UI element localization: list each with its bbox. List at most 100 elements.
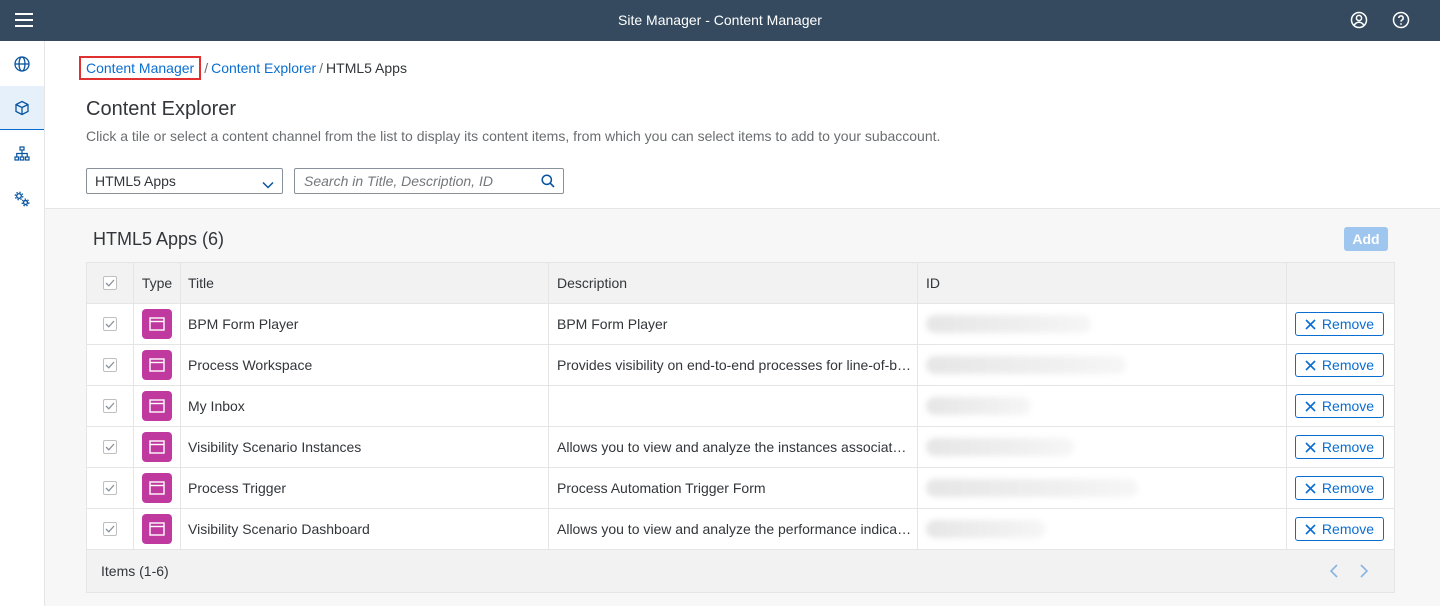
remove-button[interactable]: Remove	[1295, 476, 1384, 500]
title-cell: Visibility Scenario Dashboard	[181, 509, 549, 549]
row-select-cell	[87, 345, 134, 385]
side-navigation	[0, 41, 45, 606]
description-cell: BPM Form Player	[549, 304, 918, 344]
apps-table: Type Title Description ID BPM Form Playe…	[86, 262, 1395, 593]
add-button[interactable]: Add	[1344, 227, 1388, 251]
html5-app-icon	[142, 432, 172, 462]
column-header-description[interactable]: Description	[549, 263, 918, 303]
id-cell	[918, 427, 1287, 467]
channel-select-value: HTML5 Apps	[95, 173, 176, 189]
items-count: Items (1-6)	[101, 563, 169, 579]
table-row: Process Trigger Process Automation Trigg…	[87, 468, 1394, 509]
remove-button[interactable]: Remove	[1295, 312, 1384, 336]
remove-button[interactable]: Remove	[1295, 353, 1384, 377]
help-icon[interactable]	[1388, 8, 1414, 32]
close-icon	[1305, 359, 1316, 371]
remove-label: Remove	[1321, 316, 1375, 332]
user-icon[interactable]	[1346, 8, 1372, 32]
description-cell: Allows you to view and analyze the perfo…	[549, 509, 918, 549]
blurred-id	[926, 520, 1046, 538]
close-icon	[1305, 441, 1316, 453]
action-cell: Remove	[1287, 509, 1396, 549]
action-cell: Remove	[1287, 304, 1396, 344]
row-checkbox[interactable]	[103, 481, 117, 495]
type-cell	[134, 304, 181, 344]
remove-label: Remove	[1321, 521, 1375, 537]
page-title: Content Explorer	[86, 98, 237, 120]
column-header-actions	[1287, 263, 1396, 303]
close-icon	[1305, 482, 1316, 494]
chevron-down-icon	[262, 176, 274, 192]
description-text: Process Automation Trigger Form	[557, 480, 766, 496]
content-panel: HTML5 Apps (6) Add Type Title Descriptio…	[45, 209, 1440, 606]
table-row: Visibility Scenario Dashboard Allows you…	[87, 509, 1394, 550]
type-cell	[134, 386, 181, 426]
table-footer: Items (1-6)	[87, 550, 1394, 592]
chevron-right-icon[interactable]	[1355, 562, 1373, 580]
search-input[interactable]	[295, 169, 535, 193]
close-icon	[1305, 318, 1316, 330]
type-cell	[134, 345, 181, 385]
highlight-box: Content Manager	[79, 56, 202, 80]
column-header-type[interactable]: Type	[134, 263, 181, 303]
search-icon[interactable]	[541, 174, 555, 191]
breadcrumb-content-explorer[interactable]: Content Explorer	[211, 60, 316, 76]
row-select-cell	[87, 386, 134, 426]
content-box-icon[interactable]	[0, 86, 44, 130]
select-all-checkbox[interactable]	[103, 276, 117, 290]
search-field	[294, 168, 564, 194]
id-cell	[918, 509, 1287, 549]
type-cell	[134, 468, 181, 508]
remove-button[interactable]: Remove	[1295, 394, 1384, 418]
checkmark-icon	[105, 279, 115, 287]
row-checkbox[interactable]	[103, 399, 117, 413]
table-row: BPM Form Player BPM Form Player Remove	[87, 304, 1394, 345]
table-row: Process Workspace Provides visibility on…	[87, 345, 1394, 386]
table-title: HTML5 Apps (6)	[93, 229, 225, 249]
blurred-id	[926, 397, 1031, 415]
row-select-cell	[87, 427, 134, 467]
description-text: Provides visibility on end-to-end proces…	[557, 357, 912, 373]
settings-gears-icon[interactable]	[0, 177, 44, 221]
row-checkbox[interactable]	[103, 440, 117, 454]
breadcrumb-separator: /	[319, 60, 324, 76]
id-cell	[918, 304, 1287, 344]
id-cell	[918, 386, 1287, 426]
table-header-row: Type Title Description ID	[87, 263, 1394, 304]
title-cell: My Inbox	[181, 386, 549, 426]
checkmark-icon	[105, 525, 115, 533]
column-header-id[interactable]: ID	[918, 263, 1287, 303]
checkmark-icon	[105, 443, 115, 451]
close-icon	[1305, 523, 1316, 535]
checkmark-icon	[105, 484, 115, 492]
breadcrumb-content-manager[interactable]: Content Manager	[86, 60, 194, 76]
blurred-id	[926, 315, 1091, 333]
remove-button[interactable]: Remove	[1295, 517, 1384, 541]
row-checkbox[interactable]	[103, 317, 117, 331]
blurred-id	[926, 356, 1126, 374]
row-checkbox[interactable]	[103, 522, 117, 536]
hierarchy-icon[interactable]	[0, 132, 44, 176]
description-cell	[549, 386, 918, 426]
id-cell	[918, 468, 1287, 508]
row-select-cell	[87, 304, 134, 344]
chevron-left-icon[interactable]	[1325, 562, 1343, 580]
page-description: Click a tile or select a content channel…	[86, 128, 941, 144]
row-select-cell	[87, 509, 134, 549]
description-text: Allows you to view and analyze the insta…	[557, 439, 912, 455]
id-cell	[918, 345, 1287, 385]
html5-app-icon	[142, 391, 172, 421]
action-cell: Remove	[1287, 427, 1396, 467]
row-checkbox[interactable]	[103, 358, 117, 372]
column-header-title[interactable]: Title	[181, 263, 549, 303]
sites-globe-icon[interactable]	[0, 42, 44, 86]
html5-app-icon	[142, 309, 172, 339]
app-title: Site Manager - Content Manager	[618, 12, 822, 28]
channel-select[interactable]: HTML5 Apps	[86, 168, 283, 194]
checkmark-icon	[105, 402, 115, 410]
title-cell: Visibility Scenario Instances	[181, 427, 549, 467]
remove-button[interactable]: Remove	[1295, 435, 1384, 459]
select-all-cell	[87, 263, 134, 303]
table-row: My Inbox Remove	[87, 386, 1394, 427]
html5-app-icon	[142, 350, 172, 380]
